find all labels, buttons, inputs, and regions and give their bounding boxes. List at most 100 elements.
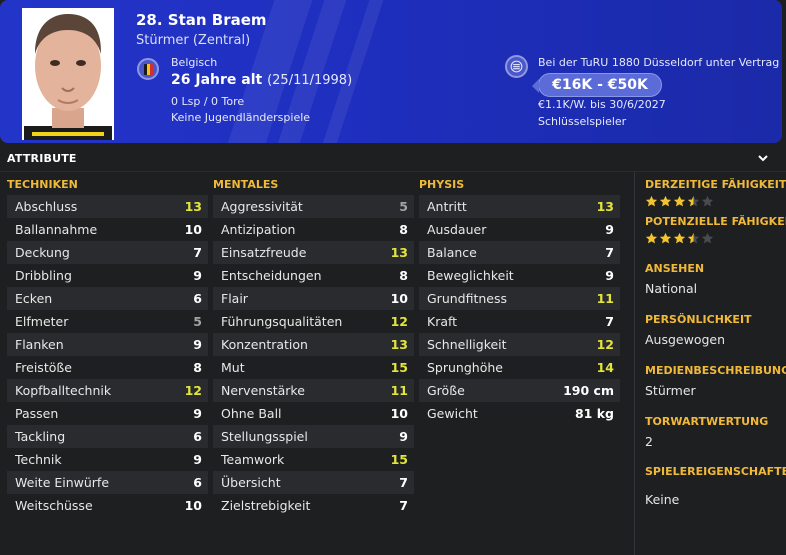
attribute-row[interactable]: Schnelligkeit 12 xyxy=(419,333,620,356)
attribute-value: 13 xyxy=(390,245,408,260)
attribute-value: 7 xyxy=(605,245,614,260)
attribute-row[interactable]: Nervenstärke 11 xyxy=(213,379,414,402)
transfer-value: €16K - €50K xyxy=(552,77,648,93)
attribute-value: 15 xyxy=(390,360,408,375)
attribute-label: Antritt xyxy=(427,199,467,214)
attribute-value: 14 xyxy=(596,360,614,375)
attribute-label: Flanken xyxy=(15,337,64,352)
technical-heading: TECHNIKEN xyxy=(7,178,78,191)
attribute-value: 13 xyxy=(390,337,408,352)
attribute-row[interactable]: Abschluss 13 xyxy=(7,195,208,218)
attribute-value: 9 xyxy=(193,337,202,352)
current-ability-section[interactable]: DERZEITIGE FÄHIGKEIT xyxy=(645,178,786,208)
attribute-value: 10 xyxy=(184,498,202,513)
attribute-value: 10 xyxy=(184,222,202,237)
attribute-row[interactable]: Flanken 9 xyxy=(7,333,208,356)
club-crest-icon[interactable] xyxy=(505,55,528,78)
wage-contract-expiry: €1.1K/W. bis 30/6/2027 xyxy=(538,98,666,111)
reputation-label: ANSEHEN xyxy=(645,262,705,275)
attribute-label: Weite Einwürfe xyxy=(15,475,110,490)
attribute-value: 12 xyxy=(390,314,408,329)
attribute-label: Schnelligkeit xyxy=(427,337,507,352)
attribute-label: Nervenstärke xyxy=(221,383,305,398)
player-age: 26 Jahre alt (25/11/1998) xyxy=(171,72,352,88)
player-position: Stürmer (Zentral) xyxy=(136,33,251,48)
attribute-row[interactable]: Konzentration 13 xyxy=(213,333,414,356)
attribute-value: 7 xyxy=(399,498,408,513)
attribute-row[interactable]: Stellungsspiel 9 xyxy=(213,425,414,448)
attribute-label: Führungsqualitäten xyxy=(221,314,343,329)
attribute-value: 8 xyxy=(193,360,202,375)
attribute-row[interactable]: Einsatzfreude 13 xyxy=(213,241,414,264)
potential-ability-stars xyxy=(645,232,786,245)
potential-ability-section[interactable]: POTENZIELLE FÄHIGKEIT xyxy=(645,215,786,245)
star-icon xyxy=(659,232,672,244)
personality-label: PERSÖNLICHKEIT xyxy=(645,313,752,326)
potential-ability-label: POTENZIELLE FÄHIGKEIT xyxy=(645,215,786,228)
attribute-row[interactable]: Freistöße 8 xyxy=(7,356,208,379)
star-icon xyxy=(659,195,672,207)
attribute-row[interactable]: Tackling 6 xyxy=(7,425,208,448)
attribute-value: 9 xyxy=(605,222,614,237)
attribute-row[interactable]: Führungsqualitäten 12 xyxy=(213,310,414,333)
player-traits-section[interactable]: SPIELEREIGENSCHAFTEN Keine xyxy=(645,465,786,507)
physical-attributes: PHYSIS Antritt 13 Ausdauer 9 Balance 7 Bewegli… xyxy=(419,177,620,425)
nationality-label[interactable]: Belgisch xyxy=(171,56,217,69)
age-text: 26 Jahre alt xyxy=(171,72,263,88)
attribute-value: 7 xyxy=(193,245,202,260)
media-description-label: MEDIENBESCHREIBUNG xyxy=(645,364,786,377)
attribute-value: 10 xyxy=(390,291,408,306)
star-icon xyxy=(701,232,714,244)
attribute-label: Teamwork xyxy=(221,452,285,467)
attribute-row[interactable]: Deckung 7 xyxy=(7,241,208,264)
personality-value: Ausgewogen xyxy=(645,332,726,347)
attribute-row[interactable]: Technik 9 xyxy=(7,448,208,471)
attribute-label: Passen xyxy=(15,406,59,421)
date-of-birth: (25/11/1998) xyxy=(267,73,353,88)
attribute-value: 15 xyxy=(390,452,408,467)
attribute-row[interactable]: Sprunghöhe 14 xyxy=(419,356,620,379)
attribute-row[interactable]: Antritt 13 xyxy=(419,195,620,218)
attribute-row[interactable]: Weite Einwürfe 6 xyxy=(7,471,208,494)
attribute-row[interactable]: Beweglichkeit 9 xyxy=(419,264,620,287)
mental-attributes: MENTALES Aggressivität 5 Antizipation 8 Eins… xyxy=(213,177,414,517)
attribute-row[interactable]: Kopfballtechnik 12 xyxy=(7,379,208,402)
attribute-label: Ballannahme xyxy=(15,222,98,237)
attribute-label: Mut xyxy=(221,360,245,375)
attribute-row[interactable]: Übersicht 7 xyxy=(213,471,414,494)
attribute-row[interactable]: Größe 190 cm xyxy=(419,379,620,402)
physical-heading: PHYSIS xyxy=(419,178,465,191)
attribute-row[interactable]: Ballannahme 10 xyxy=(7,218,208,241)
current-ability-label: DERZEITIGE FÄHIGKEIT xyxy=(645,178,786,191)
attribute-row[interactable]: Teamwork 15 xyxy=(213,448,414,471)
attribute-row[interactable]: Ausdauer 9 xyxy=(419,218,620,241)
attribute-row[interactable]: Entscheidungen 8 xyxy=(213,264,414,287)
attribute-row[interactable]: Flair 10 xyxy=(213,287,414,310)
attribute-row[interactable]: Passen 9 xyxy=(7,402,208,425)
player-photo[interactable] xyxy=(22,8,114,140)
nationality-flag-icon[interactable] xyxy=(137,58,159,80)
transfer-value-badge[interactable]: €16K - €50K xyxy=(532,73,662,97)
attribute-row[interactable]: Ohne Ball 10 xyxy=(213,402,414,425)
chevron-down-icon[interactable] xyxy=(756,151,770,165)
attribute-row[interactable]: Zielstrebigkeit 7 xyxy=(213,494,414,517)
attribute-row[interactable]: Mut 15 xyxy=(213,356,414,379)
attribute-row[interactable]: Weitschüsse 10 xyxy=(7,494,208,517)
contract-club[interactable]: Bei der TuRU 1880 Düsseldorf unter Vertr… xyxy=(538,56,779,69)
attribute-row[interactable]: Kraft 7 xyxy=(419,310,620,333)
attribute-value: 13 xyxy=(184,199,202,214)
attribute-row[interactable]: Aggressivität 5 xyxy=(213,195,414,218)
attribute-row[interactable]: Balance 7 xyxy=(419,241,620,264)
personality-section: PERSÖNLICHKEIT Ausgewogen xyxy=(645,313,786,347)
attribute-row[interactable]: Dribbling 9 xyxy=(7,264,208,287)
attribute-value: 5 xyxy=(193,314,202,329)
player-name: 28. Stan Braem xyxy=(136,11,267,29)
attribute-row[interactable]: Gewicht 81 kg xyxy=(419,402,620,425)
attribute-row[interactable]: Elfmeter 5 xyxy=(7,310,208,333)
goalkeeper-rating-section: TORWARTWERTUNG 2 xyxy=(645,415,786,449)
attribute-label: Dribbling xyxy=(15,268,72,283)
attribute-row[interactable]: Grundfitness 11 xyxy=(419,287,620,310)
star-icon xyxy=(645,232,658,244)
attribute-row[interactable]: Ecken 6 xyxy=(7,287,208,310)
attribute-row[interactable]: Antizipation 8 xyxy=(213,218,414,241)
